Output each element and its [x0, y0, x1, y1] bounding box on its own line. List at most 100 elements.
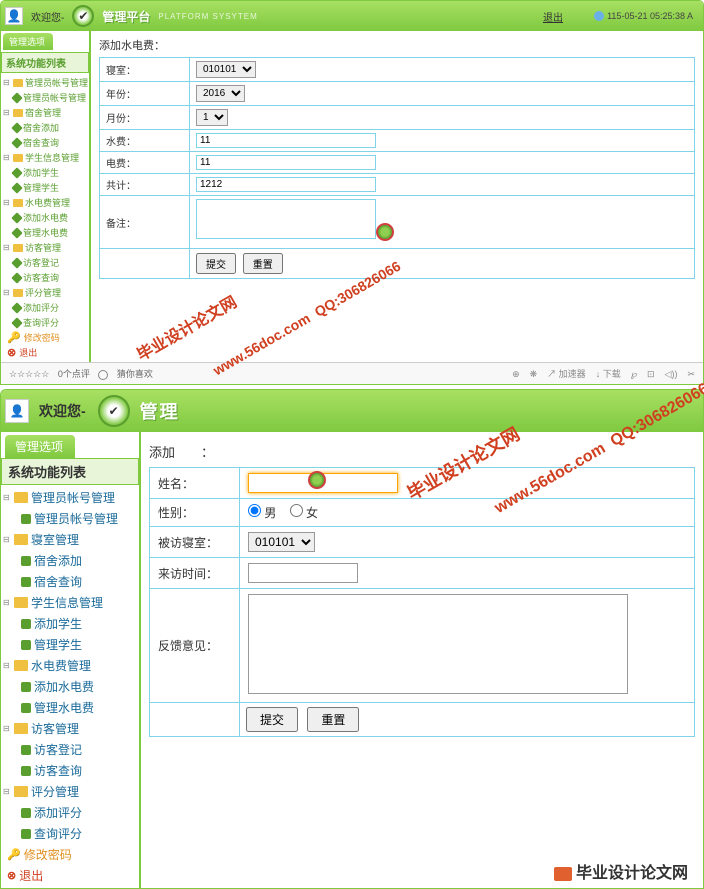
remark-label: 备注：	[100, 196, 190, 249]
reset-button[interactable]: 重置	[243, 253, 283, 274]
footer-tool[interactable]: ↓ 下载	[596, 369, 621, 379]
tree-node[interactable]: 访客登记	[3, 739, 139, 760]
tree-node[interactable]: 添加水电费	[3, 210, 89, 225]
tree-node[interactable]: 管理员帐号管理	[3, 508, 139, 529]
tree-node[interactable]: 查询评分	[3, 823, 139, 844]
visit-dorm-select[interactable]: 010101	[248, 532, 315, 552]
tree-node[interactable]: 🔑修改密码	[3, 330, 89, 345]
folder-icon	[13, 109, 23, 117]
footer-tool[interactable]: ℘	[631, 369, 637, 379]
month-select[interactable]: 1	[196, 109, 228, 126]
leaf-icon	[21, 682, 31, 692]
folder-icon	[13, 79, 23, 87]
leaf-icon	[21, 577, 31, 587]
utility-form: 寝室： 010101 年份： 2016 月份： 1 水费： 电费： 共计： 备注…	[99, 57, 695, 279]
tree-node[interactable]: 宿舍添加	[3, 120, 89, 135]
tree-node[interactable]: 🔑修改密码	[3, 844, 139, 865]
like-text: 猜你喜欢	[117, 369, 153, 379]
folder-icon	[13, 289, 23, 297]
tree-node[interactable]: ⊟访客管理	[3, 240, 89, 255]
leaf-icon	[11, 122, 22, 133]
gender-male-radio[interactable]: 男	[248, 506, 276, 520]
year-select[interactable]: 2016	[196, 85, 245, 102]
mgmt-tab[interactable]: 管理选项	[3, 33, 53, 50]
leaf-icon	[21, 766, 31, 776]
tree-node[interactable]: 访客查询	[3, 270, 89, 285]
tree-node[interactable]: ⊟学生信息管理	[3, 150, 89, 165]
rating-stars[interactable]: ☆☆☆☆☆	[9, 369, 49, 379]
tree-node[interactable]: ⊟评分管理	[3, 285, 89, 300]
tree-node[interactable]: 添加学生	[3, 165, 89, 180]
footer-tool[interactable]: ↗ 加速器	[547, 369, 586, 379]
tree-node[interactable]: ⊟水电费管理	[3, 655, 139, 676]
platform-subtitle: PLATFORM SYSYTEM	[158, 12, 257, 21]
leaf-icon	[11, 182, 22, 193]
timestamp: 115-05-21 05:25:38 A	[594, 11, 693, 22]
tree-node[interactable]: ⊟学生信息管理	[3, 592, 139, 613]
leaf-icon	[21, 703, 31, 713]
tree-node[interactable]: 管理学生	[3, 634, 139, 655]
mgmt-tab[interactable]: 管理选项	[5, 435, 75, 458]
footer-tool[interactable]: ❋	[530, 369, 538, 379]
elec-label: 电费：	[100, 152, 190, 174]
feedback-label: 反馈意见：	[150, 589, 240, 703]
leaf-icon	[11, 227, 22, 238]
tree-node[interactable]: ⊟访客管理	[3, 718, 139, 739]
visit-time-input[interactable]	[248, 563, 358, 583]
total-input[interactable]	[196, 177, 376, 192]
feedback-textarea[interactable]	[248, 594, 628, 694]
tree-node[interactable]: ⊟管理员帐号管理	[3, 75, 89, 90]
sidebar: 管理选项 系统功能列表 ⊟管理员帐号管理管理员帐号管理⊟宿舍管理宿舍添加宿舍查询…	[1, 31, 91, 362]
tree-node[interactable]: 添加评分	[3, 802, 139, 823]
remark-textarea[interactable]	[196, 199, 376, 239]
form-title: 添加水电费：	[99, 37, 695, 53]
footer-tool[interactable]: ◁))	[665, 369, 678, 379]
tree-node[interactable]: 宿舍查询	[3, 571, 139, 592]
tree-node[interactable]: 添加水电费	[3, 676, 139, 697]
folder-icon	[14, 660, 28, 671]
submit-button[interactable]: 提交	[196, 253, 236, 274]
tree-node[interactable]: ⊟水电费管理	[3, 195, 89, 210]
avatar-icon: 👤	[5, 399, 29, 423]
reset-button[interactable]: 重置	[307, 707, 359, 732]
tree-node[interactable]: 访客查询	[3, 760, 139, 781]
logout-link[interactable]: 退出	[543, 9, 563, 24]
submit-button[interactable]: 提交	[246, 707, 298, 732]
folder-icon	[13, 154, 23, 162]
dorm-select[interactable]: 010101	[196, 61, 256, 78]
water-input[interactable]	[196, 133, 376, 148]
top-admin-panel: 👤 欢迎您- ✔ 管理平台 PLATFORM SYSYTEM 退出 115-05…	[0, 0, 704, 385]
tree-node[interactable]: 访客登记	[3, 255, 89, 270]
folder-icon	[13, 244, 23, 252]
footer-tool[interactable]: ✂	[687, 369, 695, 379]
tree-node[interactable]: 添加评分	[3, 300, 89, 315]
tree-node[interactable]: ⊗退出	[3, 865, 139, 886]
footer-tool[interactable]: ⊕	[512, 369, 520, 379]
tree-node[interactable]: 宿舍查询	[3, 135, 89, 150]
tree-node[interactable]: ⊟管理员帐号管理	[3, 487, 139, 508]
tree-node[interactable]: 添加学生	[3, 613, 139, 634]
footer-tool[interactable]: ⊡	[647, 369, 655, 379]
tree-node[interactable]: 宿舍添加	[3, 550, 139, 571]
tree-node[interactable]: ⊟宿舍管理	[3, 105, 89, 120]
tree-node[interactable]: 管理学生	[3, 180, 89, 195]
tree-node[interactable]: ⊗退出	[3, 345, 89, 360]
month-label: 月份：	[100, 106, 190, 130]
visit-time-label: 来访时间：	[150, 558, 240, 589]
elec-input[interactable]	[196, 155, 376, 170]
tree-node[interactable]: 管理水电费	[3, 697, 139, 718]
tree-node[interactable]: 查询评分	[3, 315, 89, 330]
cursor-indicator	[308, 471, 326, 489]
tree-node[interactable]: 管理水电费	[3, 225, 89, 240]
leaf-icon	[11, 317, 22, 328]
gender-female-radio[interactable]: 女	[290, 506, 318, 520]
tree-node[interactable]: ⊟寝室管理	[3, 529, 139, 550]
tree-node[interactable]: 管理员帐号管理	[3, 90, 89, 105]
rating-count: 0个点评	[58, 369, 90, 379]
leaf-icon	[11, 272, 22, 283]
folder-icon	[14, 723, 28, 734]
divider-icon	[98, 370, 108, 380]
form-title: 添加访客：	[149, 438, 695, 461]
tree-node[interactable]: ⊟评分管理	[3, 781, 139, 802]
folder-icon	[14, 492, 28, 503]
